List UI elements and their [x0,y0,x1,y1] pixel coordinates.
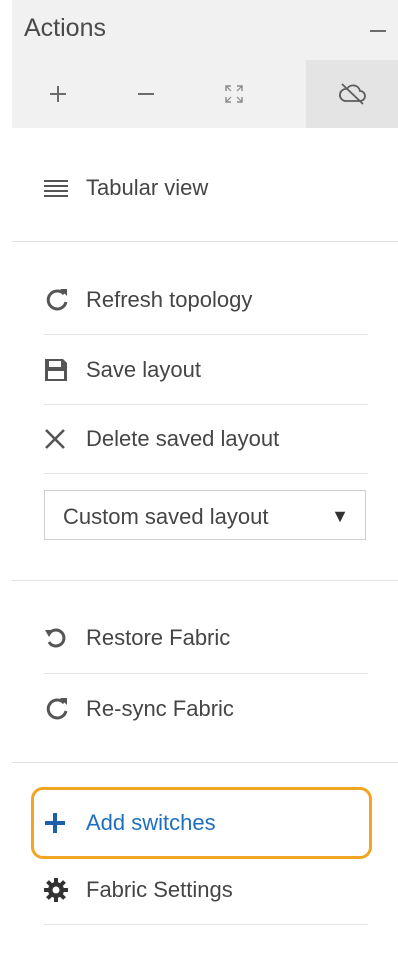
section-divider [12,241,398,242]
restore-icon [44,623,74,653]
close-icon [44,424,74,454]
refresh-topology-item[interactable]: Refresh topology [44,266,368,334]
tabular-view-item[interactable]: Tabular view [44,154,368,222]
refresh-topology-label: Refresh topology [86,287,253,312]
chevron-down-icon: ▼ [331,506,349,526]
fit-to-screen-button[interactable] [198,60,270,128]
topology-toolbar [12,60,398,128]
restore-fabric-label: Restore Fabric [86,625,231,650]
zoom-out-button[interactable] [110,60,182,128]
save-layout-item[interactable]: Save layout [44,336,368,404]
plus-icon [50,86,66,102]
cloud-off-icon [339,83,366,105]
cloud-toggle-button[interactable] [306,60,398,128]
restore-fabric-item[interactable]: Restore Fabric [44,604,368,672]
section-divider [12,762,398,763]
plus-icon [44,808,74,838]
zoom-in-button[interactable] [22,60,94,128]
resync-fabric-label: Re-sync Fabric [86,696,234,721]
refresh-icon [44,285,74,315]
collapse-panel-button[interactable] [370,30,386,32]
divider [44,673,368,674]
fabric-settings-label: Fabric Settings [86,877,233,902]
list-icon [44,173,74,203]
add-switches-label: Add switches [86,810,216,835]
save-layout-label: Save layout [86,357,201,382]
add-switches-item[interactable]: Add switches [44,789,368,857]
save-icon [44,355,74,385]
section-divider [12,580,398,581]
divider [44,473,368,474]
gear-icon [44,875,74,905]
actions-panel-header: Actions [12,0,398,60]
tabular-view-label: Tabular view [86,175,209,200]
custom-layout-select[interactable]: Custom saved layout ▼ [44,490,366,540]
divider [44,334,368,335]
minus-icon [138,93,154,95]
refresh-icon [44,694,74,724]
panel-title: Actions [24,14,106,42]
resync-fabric-item[interactable]: Re-sync Fabric [44,675,368,743]
fit-screen-icon [225,85,243,103]
fabric-settings-item[interactable]: Fabric Settings [44,856,368,924]
divider [44,924,368,925]
delete-saved-layout-label: Delete saved layout [86,426,280,451]
delete-saved-layout-item[interactable]: Delete saved layout [44,405,368,473]
custom-layout-select-value: Custom saved layout [63,504,269,529]
